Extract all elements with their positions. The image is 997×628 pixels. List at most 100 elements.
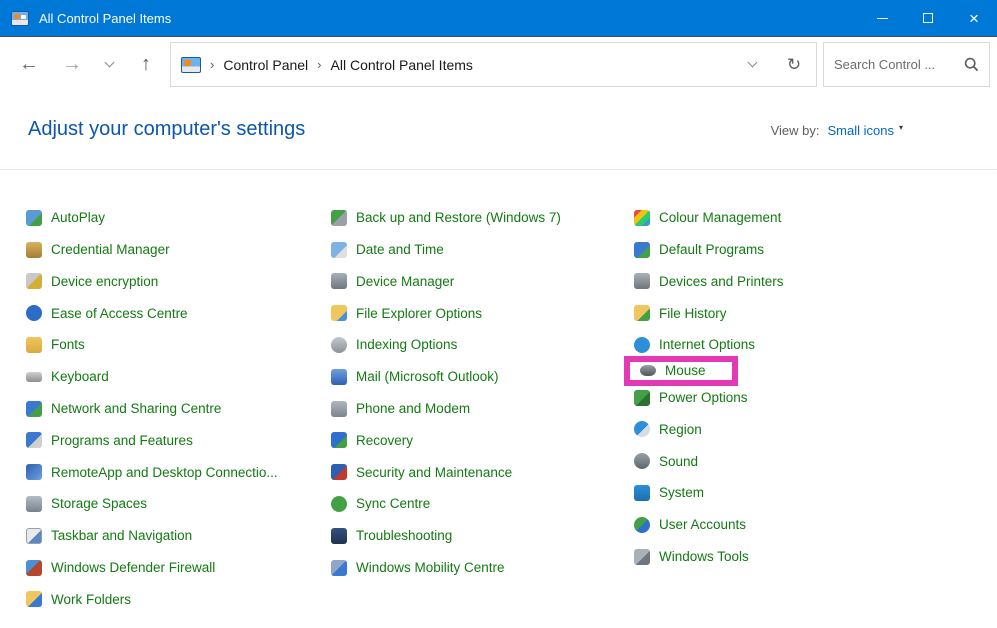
control-panel-item-device-encryption[interactable]: Device encryption (26, 266, 278, 298)
network-sharing-icon (26, 401, 42, 417)
address-bar[interactable]: › Control Panel › All Control Panel Item… (170, 42, 817, 87)
search-icon[interactable] (964, 57, 979, 72)
internet-options-icon (634, 337, 650, 353)
control-panel-item-device-manager[interactable]: Device Manager (331, 266, 561, 298)
defender-firewall-icon (26, 560, 42, 576)
recent-locations-button[interactable] (98, 48, 120, 82)
control-panel-item-security-and-maintenance[interactable]: Security and Maintenance (331, 456, 561, 488)
item-label: User Accounts (659, 518, 746, 532)
sync-centre-icon (331, 496, 347, 512)
device-encryption-icon (26, 273, 42, 289)
control-panel-item-mouse[interactable]: Mouse (624, 356, 738, 386)
control-panel-item-region[interactable]: Region (634, 414, 784, 446)
control-panel-item-troubleshooting[interactable]: Troubleshooting (331, 520, 561, 552)
control-panel-item-recovery[interactable]: Recovery (331, 425, 561, 457)
control-panel-item-back-up-and-restore-windows-7[interactable]: Back up and Restore (Windows 7) (331, 202, 561, 234)
up-button[interactable]: ↑ (129, 48, 163, 82)
control-panel-item-remoteapp-and-desktop-connectio[interactable]: RemoteApp and Desktop Connectio... (26, 456, 278, 488)
control-panel-item-user-accounts[interactable]: User Accounts (634, 509, 784, 541)
sound-icon (634, 453, 650, 469)
close-button[interactable]: × (951, 0, 997, 36)
close-icon: × (969, 10, 979, 27)
autoplay-icon (26, 210, 42, 226)
control-panel-item-devices-and-printers[interactable]: Devices and Printers (634, 266, 784, 298)
forward-arrow-icon: → (62, 53, 82, 76)
troubleshooting-icon (331, 528, 347, 544)
control-panel-item-sound[interactable]: Sound (634, 445, 784, 477)
title-bar: All Control Panel Items × (0, 0, 997, 37)
maximize-button[interactable] (905, 0, 951, 36)
control-panel-items-grid: AutoPlayCredential Manager Device encrypt… (0, 170, 997, 626)
control-panel-item-keyboard[interactable]: Keyboard (26, 361, 278, 393)
control-panel-item-fonts[interactable]: Fonts (26, 329, 278, 361)
item-label: Indexing Options (356, 338, 457, 352)
file-history-icon (634, 305, 650, 321)
item-label: Date and Time (356, 243, 444, 257)
control-panel-item-autoplay[interactable]: AutoPlay (26, 202, 278, 234)
item-label: Device encryption (51, 275, 158, 289)
mail-icon (331, 369, 347, 385)
control-panel-item-programs-and-features[interactable]: Programs and Features (26, 425, 278, 457)
chevron-down-icon (104, 58, 114, 68)
region-icon (634, 421, 650, 437)
item-label: Keyboard (51, 370, 109, 384)
control-panel-item-sync-centre[interactable]: Sync Centre (331, 488, 561, 520)
maximize-icon (923, 13, 933, 23)
item-label: System (659, 486, 704, 500)
control-panel-item-system[interactable]: System (634, 477, 784, 509)
refresh-button[interactable]: ↻ (772, 43, 816, 86)
work-folders-icon (26, 591, 42, 607)
item-label: File Explorer Options (356, 307, 482, 321)
control-panel-item-network-and-sharing-centre[interactable]: Network and Sharing Centre (26, 393, 278, 425)
control-panel-item-ease-of-access-centre[interactable]: Ease of Access Centre (26, 297, 278, 329)
control-panel-item-file-explorer-options[interactable]: File Explorer Options (331, 297, 561, 329)
address-dropdown-button[interactable] (732, 43, 772, 86)
control-panel-item-windows-tools[interactable]: Windows Tools (634, 541, 784, 573)
item-label: Phone and Modem (356, 402, 470, 416)
forward-button[interactable]: → (55, 48, 89, 82)
breadcrumb-all-control-panel-items[interactable]: All Control Panel Items (331, 57, 473, 73)
fonts-icon (26, 337, 42, 353)
storage-spaces-icon (26, 496, 42, 512)
control-panel-item-power-options[interactable]: Power Options (634, 382, 784, 414)
control-panel-item-credential-manager[interactable]: Credential Manager (26, 234, 278, 266)
item-label: Sync Centre (356, 497, 430, 511)
minimize-button[interactable] (859, 0, 905, 36)
control-panel-window: All Control Panel Items × ← → ↑ › Contro… (0, 0, 997, 628)
item-label: Device Manager (356, 275, 454, 289)
chevron-down-icon (747, 58, 757, 68)
control-panel-item-windows-defender-firewall[interactable]: Windows Defender Firewall (26, 552, 278, 584)
search-input[interactable] (834, 57, 958, 72)
programs-features-icon (26, 432, 42, 448)
search-box[interactable] (823, 42, 990, 87)
page-header: Adjust your computer's settings View by:… (0, 92, 997, 170)
control-panel-item-taskbar-and-navigation[interactable]: Taskbar and Navigation (26, 520, 278, 552)
control-panel-item-work-folders[interactable]: Work Folders (26, 584, 278, 616)
control-panel-item-windows-mobility-centre[interactable]: Windows Mobility Centre (331, 552, 561, 584)
breadcrumb-control-panel[interactable]: Control Panel (223, 57, 308, 73)
items-column-2: Back up and Restore (Windows 7) Date and … (331, 202, 561, 584)
item-label: Colour Management (659, 211, 781, 225)
back-button[interactable]: ← (12, 48, 46, 82)
view-by-dropdown[interactable]: Small icons ▾ (828, 123, 903, 138)
device-manager-icon (331, 273, 347, 289)
control-panel-item-storage-spaces[interactable]: Storage Spaces (26, 488, 278, 520)
item-label: Mail (Microsoft Outlook) (356, 370, 499, 384)
control-panel-item-mail-microsoft-outlook[interactable]: Mail (Microsoft Outlook) (331, 361, 561, 393)
item-label: Windows Tools (659, 550, 749, 564)
item-label: Ease of Access Centre (51, 307, 188, 321)
control-panel-item-date-and-time[interactable]: Date and Time (331, 234, 561, 266)
colour-management-icon (634, 210, 650, 226)
recovery-icon (331, 432, 347, 448)
control-panel-item-phone-and-modem[interactable]: Phone and Modem (331, 393, 561, 425)
control-panel-item-file-history[interactable]: File History (634, 297, 784, 329)
control-panel-item-default-programs[interactable]: Default Programs (634, 234, 784, 266)
system-icon (634, 485, 650, 501)
refresh-icon: ↻ (787, 55, 801, 75)
backup-restore-icon (331, 210, 347, 226)
item-label: Troubleshooting (356, 529, 452, 543)
control-panel-item-indexing-options[interactable]: Indexing Options (331, 329, 561, 361)
control-panel-item-colour-management[interactable]: Colour Management (634, 202, 784, 234)
taskbar-navigation-icon (26, 528, 42, 544)
indexing-options-icon (331, 337, 347, 353)
